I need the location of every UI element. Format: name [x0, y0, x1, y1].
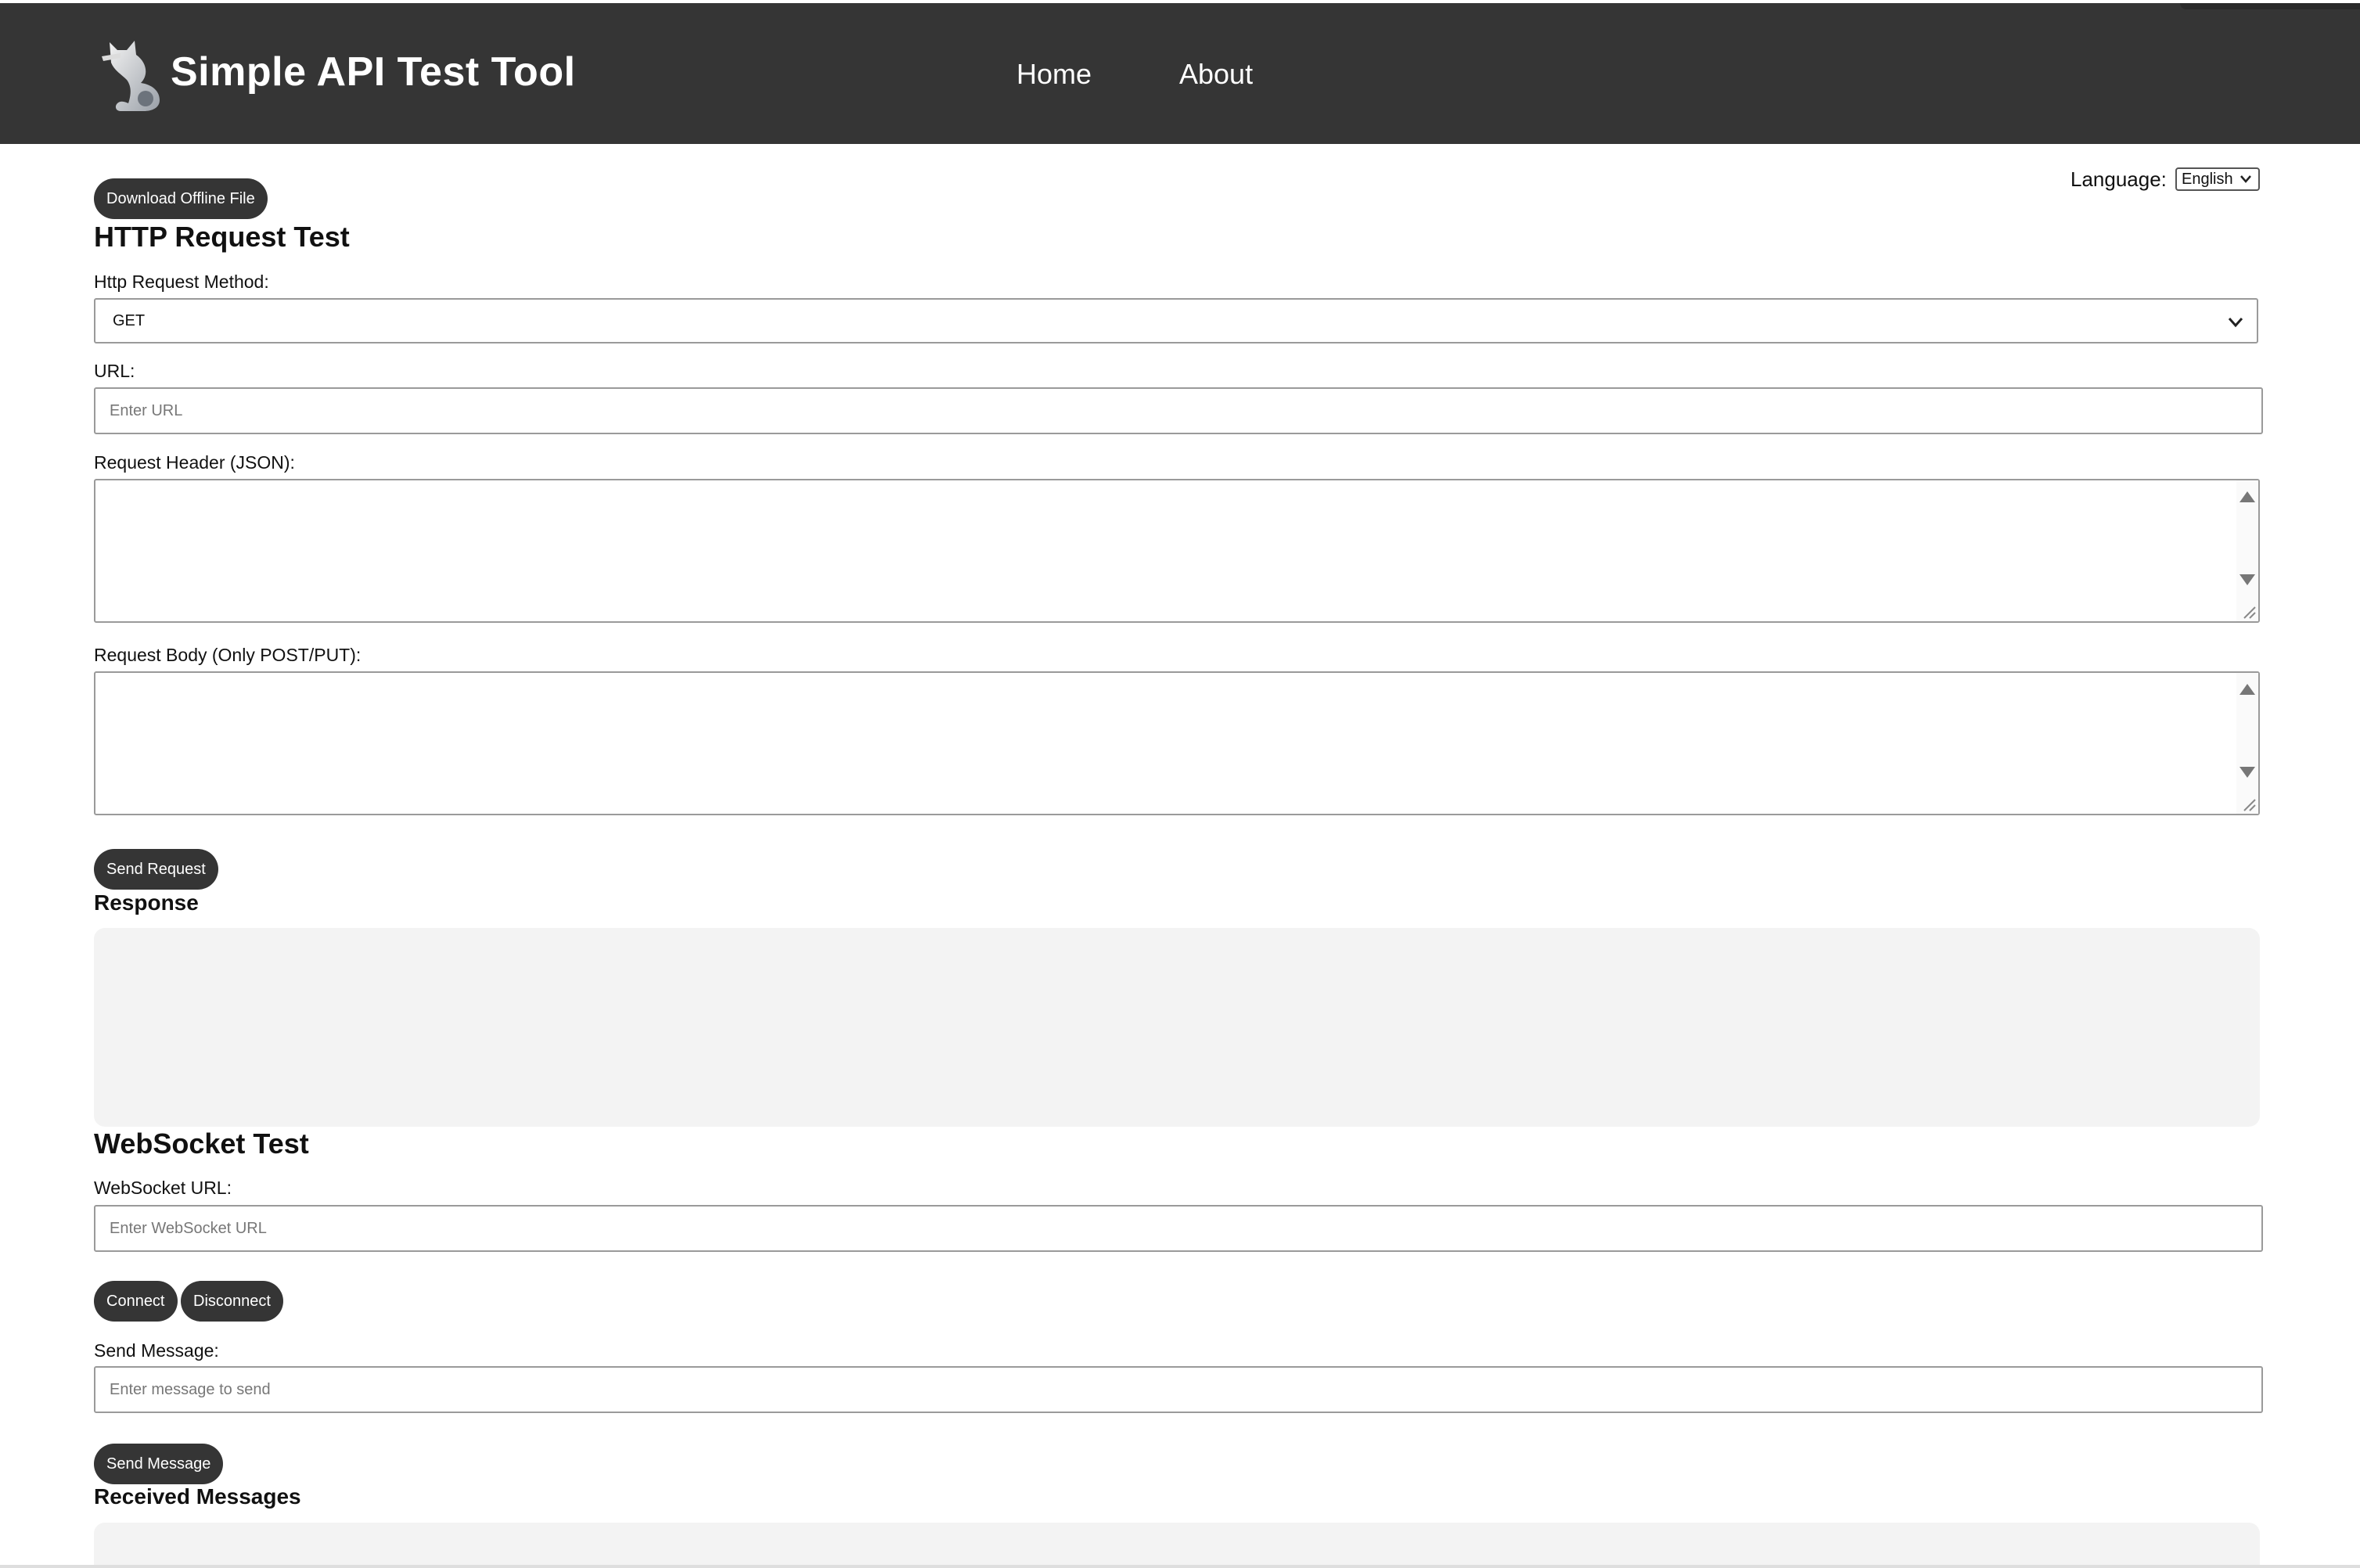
scroll-down-icon[interactable]: [2239, 767, 2255, 778]
language-selected-value: English: [2182, 171, 2233, 188]
nav-about-link[interactable]: About: [1179, 58, 1253, 91]
response-output: [94, 928, 2260, 1127]
connect-button[interactable]: Connect: [94, 1281, 178, 1322]
request-body-scrollbar[interactable]: [2236, 673, 2258, 814]
top-navbar: Simple API Test Tool Home About: [0, 0, 2360, 144]
request-body-textarea[interactable]: [94, 671, 2260, 815]
received-messages-output: [94, 1523, 2260, 1565]
http-section-title: HTTP Request Test: [94, 221, 350, 253]
nav-home-link[interactable]: Home: [1016, 58, 1092, 91]
websocket-url-placeholder: Enter WebSocket URL: [110, 1220, 267, 1237]
window-bottom-edge: [0, 1565, 2360, 1568]
language-label: Language:: [2070, 167, 2167, 191]
url-input[interactable]: Enter URL: [94, 387, 2263, 434]
url-placeholder: Enter URL: [110, 402, 183, 419]
request-header-label: Request Header (JSON):: [94, 452, 295, 473]
resize-grip-icon[interactable]: [2238, 793, 2257, 812]
response-title: Response: [94, 890, 199, 915]
scroll-up-icon[interactable]: [2239, 684, 2255, 695]
send-message-placeholder: Enter message to send: [110, 1381, 271, 1398]
received-messages-title: Received Messages: [94, 1484, 301, 1509]
send-request-button[interactable]: Send Request: [94, 849, 218, 890]
url-label: URL:: [94, 361, 135, 381]
request-body-label: Request Body (Only POST/PUT):: [94, 645, 362, 665]
request-header-scrollbar[interactable]: [2236, 480, 2258, 621]
disconnect-button[interactable]: Disconnect: [181, 1281, 283, 1322]
websocket-url-input[interactable]: Enter WebSocket URL: [94, 1205, 2263, 1252]
websocket-section-title: WebSocket Test: [94, 1127, 309, 1160]
chevron-down-icon: [2228, 318, 2243, 328]
scroll-down-icon[interactable]: [2239, 574, 2255, 585]
send-message-input[interactable]: Enter message to send: [94, 1366, 2263, 1413]
download-offline-button[interactable]: Download Offline File: [94, 178, 268, 219]
corner-tab: [2180, 3, 2360, 9]
resize-grip-icon[interactable]: [2238, 601, 2257, 620]
chevron-down-icon: [2240, 175, 2251, 183]
http-method-select[interactable]: GET: [94, 298, 2258, 343]
http-method-value: GET: [113, 312, 146, 329]
request-header-textarea[interactable]: [94, 479, 2260, 623]
send-message-button[interactable]: Send Message: [94, 1444, 224, 1484]
scroll-up-icon[interactable]: [2239, 491, 2255, 502]
cat-logo-icon: [102, 41, 160, 111]
send-message-label: Send Message:: [94, 1340, 219, 1361]
language-select[interactable]: English: [2175, 167, 2260, 191]
brand-title[interactable]: Simple API Test Tool: [171, 49, 576, 95]
websocket-url-label: WebSocket URL:: [94, 1178, 232, 1198]
http-method-label: Http Request Method:: [94, 272, 269, 292]
